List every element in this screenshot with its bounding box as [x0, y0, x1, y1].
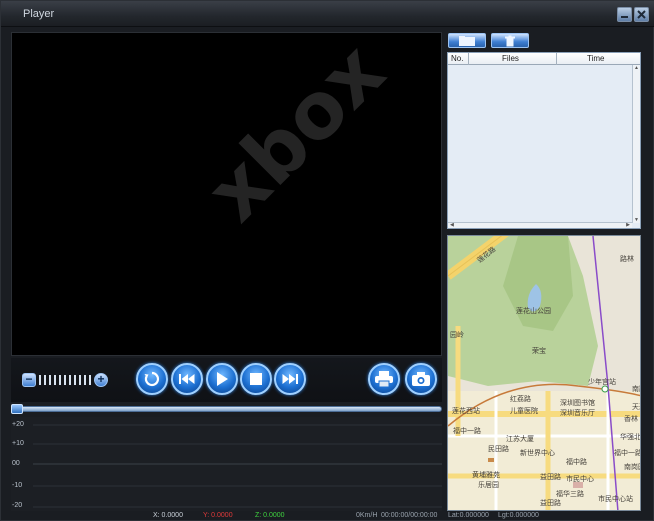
stop-icon	[250, 373, 262, 385]
gps-map[interactable]: 莲花路 莲花山公园 园岭 荣宝 少年宫站 红荔路 莲花西站 深圳图书馆 深圳音乐…	[447, 235, 641, 511]
map-label: 华强北	[620, 434, 641, 441]
refresh-icon	[144, 371, 160, 387]
map-label: 路林	[620, 256, 634, 263]
playback-time: 00:00:00/00:00:00	[381, 512, 438, 519]
map-label: 红荔路	[510, 396, 531, 403]
scroll-right-icon[interactable]: ▶	[626, 222, 630, 228]
map-label: 益田路	[540, 474, 561, 481]
video-display	[11, 32, 442, 356]
minus-icon: −	[25, 372, 33, 386]
y-tick-label: -10	[12, 482, 23, 489]
map-label: 益田路	[540, 500, 561, 507]
seek-thumb[interactable]	[11, 404, 23, 414]
play-button[interactable]	[206, 363, 238, 395]
map-label: 深圳图书馆	[560, 400, 595, 407]
y-tick-label: +10	[12, 440, 24, 447]
column-header-time[interactable]: Time	[587, 54, 604, 63]
skip-forward-icon	[282, 374, 298, 384]
y-tick-label: +20	[12, 421, 24, 428]
volume-slider[interactable]	[39, 375, 91, 385]
column-header-no[interactable]: No.	[451, 54, 463, 63]
seek-track[interactable]	[11, 406, 442, 412]
map-label: 天达大厦	[632, 404, 640, 411]
y-tick-label: -20	[12, 502, 23, 509]
skip-back-icon	[179, 374, 195, 384]
folder-icon	[459, 35, 475, 46]
minimize-button[interactable]	[617, 7, 632, 22]
graph-grid	[33, 424, 442, 508]
map-label: 乐居园	[478, 482, 499, 489]
file-list-header: No. Files Time	[448, 53, 640, 65]
longitude-readout: Lgt:0.000000	[498, 512, 539, 519]
map-label: 福中路	[566, 459, 587, 466]
delete-button[interactable]	[491, 33, 529, 48]
scroll-left-icon[interactable]: ◀	[450, 222, 454, 228]
speed-readout: 0Km/H	[356, 512, 378, 519]
map-label: 荣宝	[532, 348, 546, 355]
map-label: 深圳音乐厅	[560, 410, 595, 417]
y-tick-label: 00	[12, 460, 20, 467]
latitude-readout: Lat:0.000000	[448, 512, 489, 519]
column-divider[interactable]	[468, 53, 469, 65]
scroll-down-icon[interactable]: ▼	[634, 217, 639, 223]
map-label: 少年宫站	[588, 379, 616, 386]
map-label: 莲花西站	[452, 408, 480, 415]
column-header-files[interactable]: Files	[502, 54, 519, 63]
map-label: 南路	[632, 386, 640, 393]
volume-up-button[interactable]: +	[94, 372, 108, 387]
playback-controls: − +	[11, 358, 442, 402]
player-window: Player − + +20 +10 00 -10 -20 X: 0.0000 …	[0, 0, 654, 521]
column-divider[interactable]	[556, 53, 557, 65]
snapshot-button[interactable]	[405, 363, 437, 395]
y-axis-value: Y: 0.0000	[203, 512, 233, 519]
title-bar[interactable]: Player	[1, 1, 654, 27]
open-folder-button[interactable]	[448, 33, 486, 48]
close-button[interactable]	[634, 7, 649, 22]
window-title: Player	[23, 8, 55, 20]
map-label: 江苏大厦	[506, 436, 534, 443]
horizontal-scrollbar[interactable]: ◀ ▶	[448, 222, 632, 228]
print-button[interactable]	[368, 363, 400, 395]
file-list[interactable]: No. Files Time ▲ ▼ ◀ ▶	[447, 52, 641, 229]
z-axis-value: Z: 0.0000	[255, 512, 285, 519]
map-label: 儿童医院	[510, 408, 538, 415]
map-label: 民田路	[488, 446, 509, 453]
seek-bar[interactable]	[11, 404, 442, 414]
map-label: 园岭	[450, 332, 464, 339]
next-button[interactable]	[274, 363, 306, 395]
gsensor-graph: +20 +10 00 -10 -20	[11, 417, 442, 511]
volume-control[interactable]: − +	[22, 372, 110, 387]
map-label: 黄埔雅苑	[472, 472, 500, 479]
map-label: 福中一路	[614, 450, 641, 457]
map-label: 市民中心	[566, 476, 594, 483]
volume-down-button[interactable]: −	[22, 372, 36, 387]
map-label: 市民中心站	[598, 496, 633, 503]
plus-icon: +	[97, 372, 105, 386]
printer-icon	[375, 371, 393, 387]
close-icon	[637, 10, 646, 19]
x-axis-value: X: 0.0000	[153, 512, 183, 519]
sync-button[interactable]	[136, 363, 168, 395]
map-label: 南岗园	[624, 464, 640, 471]
stop-button[interactable]	[240, 363, 272, 395]
map-label: 福中一路	[453, 428, 481, 435]
play-icon	[217, 372, 228, 386]
previous-button[interactable]	[171, 363, 203, 395]
scroll-up-icon[interactable]: ▲	[634, 65, 639, 71]
map-label: 莲花山公园	[516, 308, 551, 315]
map-label: 香林	[624, 416, 638, 423]
camera-icon	[412, 372, 430, 386]
vertical-scrollbar[interactable]: ▲ ▼	[632, 65, 640, 223]
trash-icon	[505, 35, 515, 46]
map-label: 新世界中心	[520, 450, 555, 457]
